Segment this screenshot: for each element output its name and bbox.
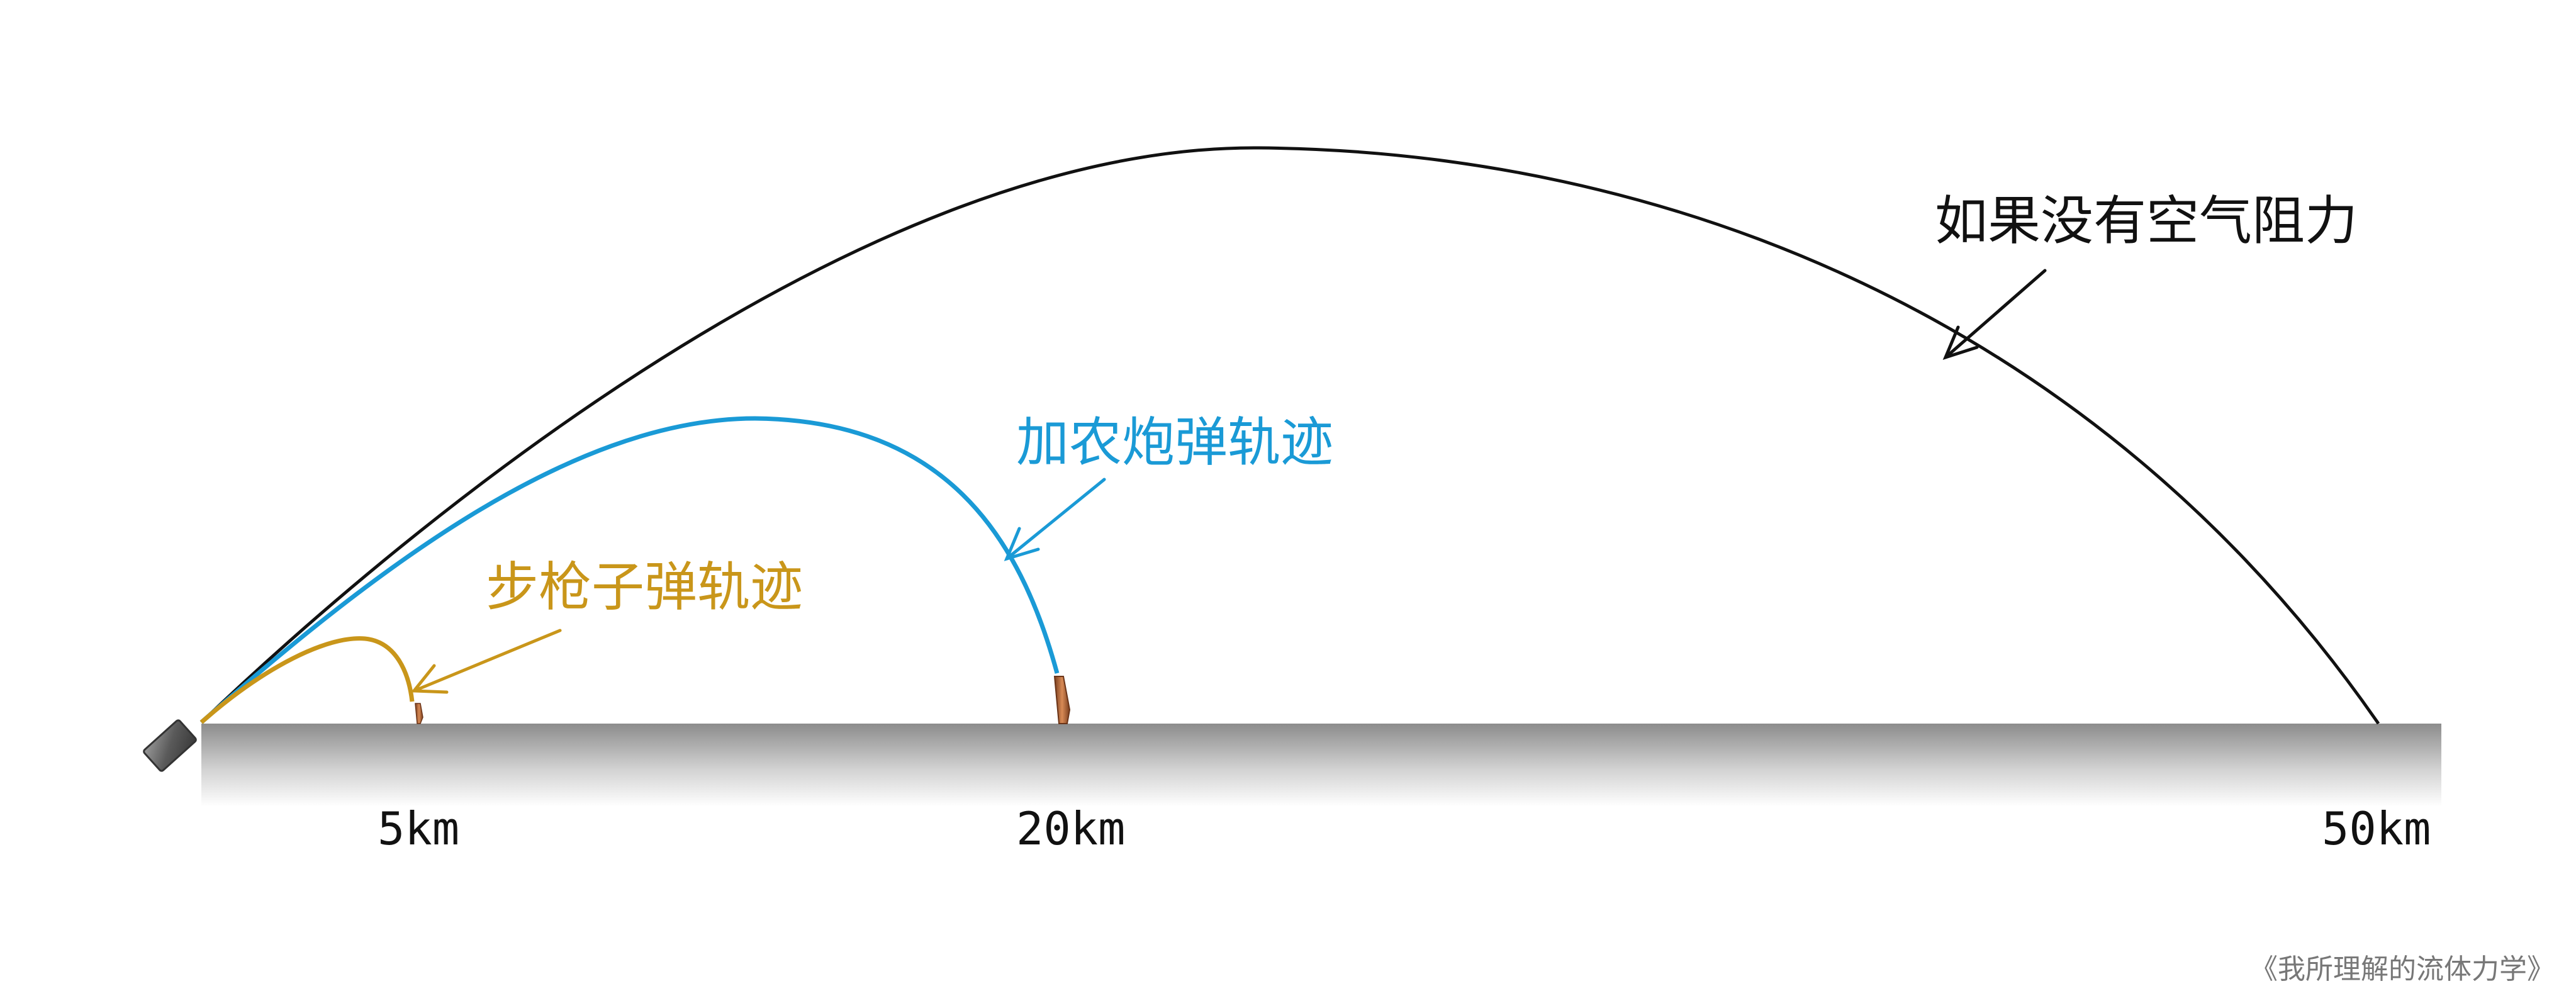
rifle-bullet-icon [415,703,423,724]
book-caption: 《我所理解的流体力学》 [2250,953,2555,985]
ground [201,724,2441,807]
arrow-cannon [1004,478,1106,561]
trajectory-rifle [199,636,415,724]
distance-label-50km: 50km [2322,802,2431,855]
label-no-air-resistance: 如果没有空气阻力 [1935,190,2358,252]
diagram-canvas: 如果没有空气阻力 加农炮弹轨迹 步枪子弹轨迹 5km 20km 50km 《我所… [143,146,2555,985]
muzzle [143,719,197,772]
distance-label-5km: 5km [378,802,459,855]
trajectory-diagram: 如果没有空气阻力 加农炮弹轨迹 步枪子弹轨迹 5km 20km 50km 《我所… [0,0,2576,991]
label-cannon: 加农炮弹轨迹 [1016,412,1333,473]
cannon-shell-icon [1053,676,1071,724]
arrow-rifle [410,629,562,694]
arrow-no-air-resistance [1942,269,2047,361]
distance-label-20km: 20km [1016,802,1125,855]
label-rifle: 步枪子弹轨迹 [486,556,803,618]
